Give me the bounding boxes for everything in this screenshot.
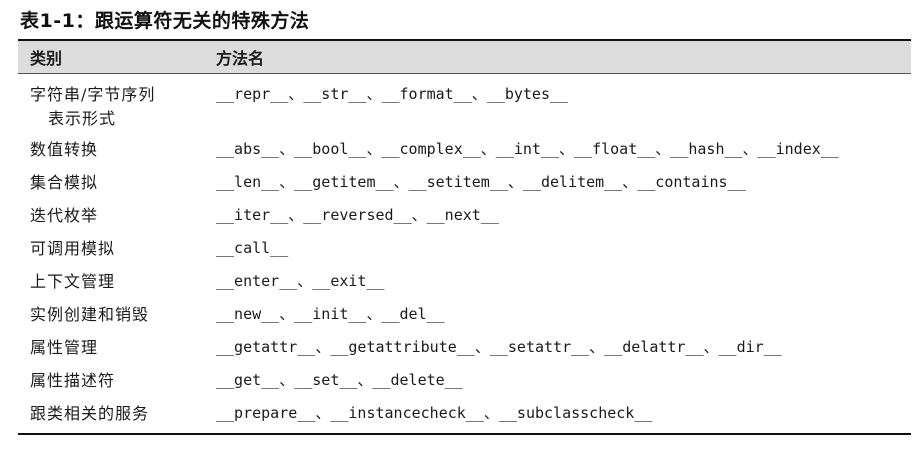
category-cell: 字符串/字节序列 表示形式 [18, 83, 216, 131]
methods-cell: __call__ [216, 239, 289, 257]
category-cell: 属性管理 [30, 338, 99, 357]
category-cell: 可调用模拟 [30, 239, 116, 258]
table-header-row: 类别 方法名 [18, 41, 911, 74]
methods-cell: __abs__、__bool__、__complex__、__int__、__f… [216, 140, 839, 158]
table-row: 上下文管理 __enter__、__exit__ [18, 264, 911, 297]
methods-cell: __iter__、__reversed__、__next__ [216, 206, 499, 224]
category-cell: 上下文管理 [30, 272, 116, 291]
category-cell: 迭代枚举 [30, 206, 99, 225]
category-cell: 跟类相关的服务 [30, 404, 150, 423]
table-row: 字符串/字节序列 表示形式 __repr__、__str__、__format_… [18, 77, 911, 132]
header-method-names: 方法名 [216, 49, 265, 68]
table-row: 集合模拟 __len__、__getitem__、__setitem__、__d… [18, 165, 911, 198]
table-caption: 表1-1：跟运算符无关的特殊方法 [20, 10, 310, 32]
methods-cell: __repr__、__str__、__format__、__bytes__ [216, 85, 569, 103]
methods-cell: __new__、__init__、__del__ [216, 305, 445, 323]
table-row: 属性管理 __getattr__、__getattribute__、__seta… [18, 330, 911, 363]
table-row: 跟类相关的服务 __prepare__、__instancecheck__、__… [18, 396, 911, 429]
table-row: 数值转换 __abs__、__bool__、__complex__、__int_… [18, 132, 911, 165]
category-cell: 实例创建和销毁 [30, 305, 150, 324]
category-line1: 字符串/字节序列 [30, 85, 156, 104]
category-cell: 属性描述符 [30, 371, 116, 390]
table-body: 字符串/字节序列 表示形式 __repr__、__str__、__format_… [18, 74, 911, 433]
table-row: 属性描述符 __get__、__set__、__delete__ [18, 363, 911, 396]
methods-cell: __get__、__set__、__delete__ [216, 371, 463, 389]
table-row: 可调用模拟 __call__ [18, 231, 911, 264]
methods-cell: __len__、__getitem__、__setitem__、__delite… [216, 173, 746, 191]
table-row: 迭代枚举 __iter__、__reversed__、__next__ [18, 198, 911, 231]
methods-cell: __getattr__、__getattribute__、__setattr__… [216, 338, 782, 356]
category-cell: 数值转换 [30, 140, 99, 159]
special-methods-table: 类别 方法名 字符串/字节序列 表示形式 __repr__、__str__、__… [18, 39, 911, 435]
category-line2: 表示形式 [48, 109, 117, 128]
table-row: 实例创建和销毁 __new__、__init__、__del__ [18, 297, 911, 330]
methods-cell: __enter__、__exit__ [216, 272, 385, 290]
header-category: 类别 [30, 49, 63, 68]
category-cell: 集合模拟 [30, 173, 99, 192]
methods-cell: __prepare__、__instancecheck__、__subclass… [216, 404, 653, 422]
